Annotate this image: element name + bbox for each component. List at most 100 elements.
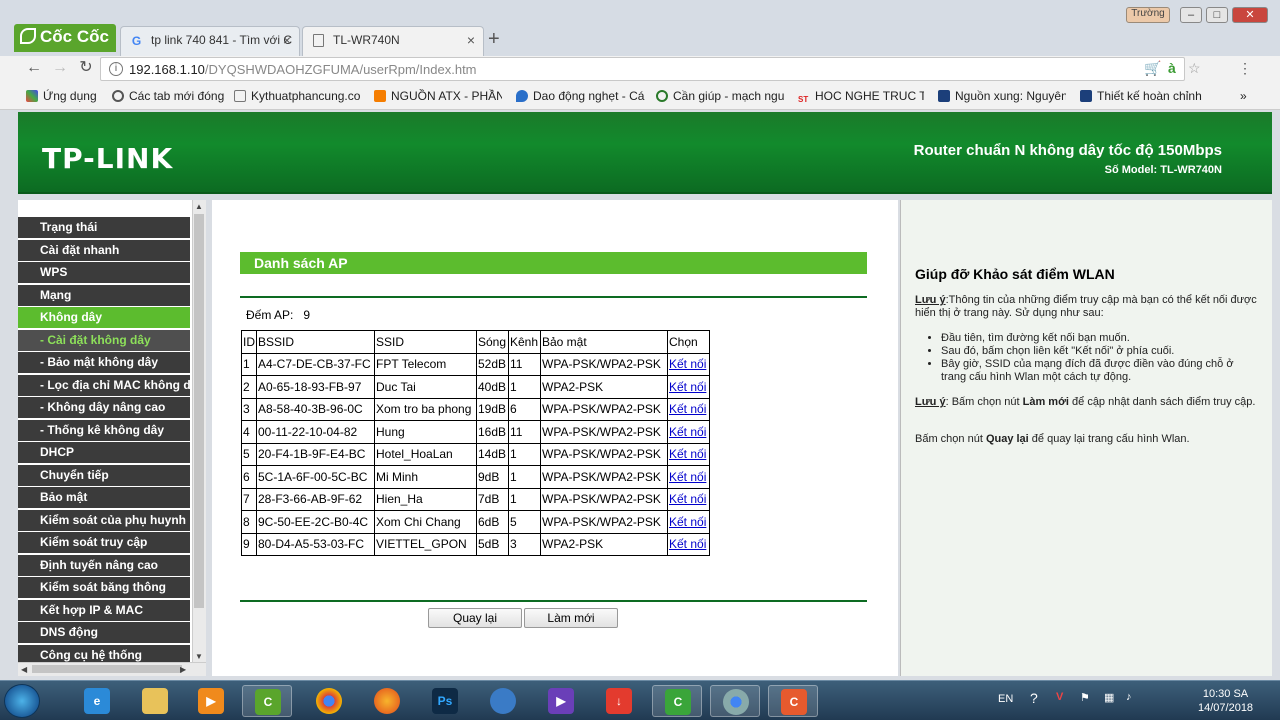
taskbar-coccoc[interactable]: C xyxy=(242,685,292,717)
cart-icon[interactable]: 🛒 xyxy=(1144,60,1161,77)
connect-link[interactable]: Kết nối xyxy=(669,537,706,551)
language-indicator[interactable]: EN xyxy=(998,693,1013,705)
menu-item[interactable]: Mạng xyxy=(18,284,190,306)
connect-link[interactable]: Kết nối xyxy=(669,470,706,484)
cell-id: 9 xyxy=(241,532,257,556)
taskbar-chrome-2[interactable] xyxy=(710,685,760,717)
scroll-up-arrow-icon[interactable]: ▲ xyxy=(195,202,203,211)
menu-item[interactable]: Chuyển tiếp xyxy=(18,464,190,486)
translate-icon[interactable]: à xyxy=(1168,60,1176,76)
taskbar-ie[interactable]: e xyxy=(72,685,122,717)
column-header: Bảo mật xyxy=(540,330,668,354)
more-bookmarks-button[interactable]: » xyxy=(1240,89,1247,103)
taskbar-firefox[interactable] xyxy=(362,685,412,717)
menu-icon[interactable]: ⋮ xyxy=(1238,60,1252,77)
menu-item[interactable]: Kiểm soát băng thông xyxy=(18,577,190,598)
connect-link[interactable]: Kết nối xyxy=(669,515,706,529)
menu-item[interactable]: Kết hợp IP & MAC xyxy=(18,599,190,621)
bookmark-nguon-atx[interactable]: NGUỒN ATX - PHẦN xyxy=(374,89,502,103)
cell-id: 8 xyxy=(241,510,257,534)
maximize-button[interactable]: □ xyxy=(1206,7,1228,23)
taskbar-camtasia-red[interactable]: C xyxy=(768,685,818,717)
menu-item[interactable]: - Bảo mật không dây xyxy=(18,352,190,373)
menu-item[interactable]: Kiểm soát truy cập xyxy=(18,532,190,553)
menu-item[interactable]: Kiểm soát của phụ huynh xyxy=(18,509,190,531)
menu-item[interactable]: - Cài đặt không dây xyxy=(18,329,190,351)
minimize-button[interactable]: – xyxy=(1180,7,1202,23)
menu-item[interactable]: - Thống kê không dây xyxy=(18,419,190,441)
help-icon[interactable]: ? xyxy=(1030,690,1038,706)
cell-security: WPA2-PSK xyxy=(540,532,668,556)
connect-link[interactable]: Kết nối xyxy=(669,357,706,371)
taskbar-player[interactable]: ▶ xyxy=(536,685,586,717)
connect-link[interactable]: Kết nối xyxy=(669,380,706,394)
blogger-icon xyxy=(374,90,386,102)
address-bar[interactable]: i 192.168.1.10/DYQSHWDAOHZGFUMA/userRpm/… xyxy=(100,57,1185,81)
tab-google-search[interactable]: G tp link 740 841 - Tìm với C × xyxy=(120,26,300,56)
scroll-right-arrow-icon[interactable]: ▶ xyxy=(180,665,186,674)
bookmark-can-giup[interactable]: Cần giúp - mạch ngu xyxy=(656,89,786,103)
bookmark-hoc-nghe[interactable]: ST HOC NGHE TRUC TU xyxy=(798,89,924,107)
menu-item[interactable]: Định tuyến nâng cao xyxy=(18,554,190,576)
clock[interactable]: 10:30 SA 14/07/2018 xyxy=(1198,687,1253,715)
coccoc-logo[interactable]: Cốc Cốc xyxy=(14,24,116,52)
taskbar-downloader[interactable]: ↓ xyxy=(594,685,644,717)
menu-item[interactable]: Không dây xyxy=(18,307,190,328)
cell-security: WPA-PSK/WPA2-PSK xyxy=(540,352,668,376)
sidebar-scroll-thumb[interactable] xyxy=(194,214,204,608)
volume-icon[interactable]: ♪ xyxy=(1126,691,1132,703)
bookmark-nguon-xung[interactable]: Nguồn xung: Nguyên xyxy=(938,89,1066,103)
sidebar-hscroll-thumb[interactable] xyxy=(32,665,182,673)
bookmark-apps[interactable]: Ứng dụng xyxy=(26,89,106,103)
cell-ssid: Hung xyxy=(374,420,477,444)
menu-item[interactable]: WPS xyxy=(18,262,190,283)
connect-link[interactable]: Kết nối xyxy=(669,402,706,416)
help-note-text: :Thông tin của những điểm truy cập mà bạ… xyxy=(915,294,1257,319)
menu-item[interactable]: Bảo mật xyxy=(18,487,190,508)
bookmark-thiet-ke[interactable]: Thiết kế hoàn chỉnh xyxy=(1080,89,1208,103)
download-icon: ↓ xyxy=(606,688,632,714)
forward-arrow-icon[interactable]: → xyxy=(50,58,70,78)
menu-item[interactable]: - Lọc địa chỉ MAC không dây xyxy=(18,374,190,396)
refresh-button[interactable]: Làm mới xyxy=(524,608,618,628)
network-icon[interactable]: ▦ xyxy=(1104,691,1114,704)
scroll-left-arrow-icon[interactable]: ◀ xyxy=(21,665,27,674)
menu-item[interactable]: Trạng thái xyxy=(18,217,190,238)
close-tab-icon[interactable]: × xyxy=(283,32,291,48)
bookmark-label: Các tab mới đóng xyxy=(129,89,225,103)
new-tab-button[interactable]: + xyxy=(488,28,500,51)
taskbar-explorer[interactable] xyxy=(130,685,180,717)
reload-icon[interactable]: ↻ xyxy=(76,58,96,78)
play-icon: ▶ xyxy=(548,688,574,714)
router-menu: Trạng thái Cài đặt nhanh WPS Mạng Không dây -… xyxy=(18,200,206,676)
connect-link[interactable]: Kết nối xyxy=(669,492,706,506)
bookmark-recent-tabs[interactable]: Các tab mới đóng xyxy=(112,89,228,103)
tab-tl-wr740n[interactable]: TL-WR740N × xyxy=(302,26,484,56)
back-arrow-icon[interactable]: ← xyxy=(24,58,44,78)
connect-link[interactable]: Kết nối xyxy=(669,447,706,461)
bookmark-dao-dong[interactable]: Dao động nghẹt - Cá xyxy=(516,89,646,103)
menu-item[interactable]: DHCP xyxy=(18,442,190,463)
bookmark-kythuatphancung[interactable]: Kythuatphancung.co xyxy=(234,89,364,103)
flag-icon[interactable]: ⚑ xyxy=(1080,691,1090,704)
taskbar-media-player[interactable]: ▶ xyxy=(186,685,236,717)
antivirus-icon[interactable]: V xyxy=(1056,691,1063,703)
close-window-button[interactable]: ✕ xyxy=(1232,7,1268,23)
taskbar-chrome[interactable] xyxy=(304,685,354,717)
close-tab-icon[interactable]: × xyxy=(467,32,475,48)
menu-item[interactable]: DNS động xyxy=(18,622,190,643)
taskbar-camtasia-green[interactable]: C xyxy=(652,685,702,717)
start-button[interactable] xyxy=(4,684,40,718)
scroll-down-arrow-icon[interactable]: ▼ xyxy=(195,652,203,661)
back-button[interactable]: Quay lại xyxy=(428,608,522,628)
menu-item[interactable]: - Không dây nâng cao xyxy=(18,397,190,418)
drop-icon xyxy=(516,90,528,102)
menu-item[interactable]: Cài đặt nhanh xyxy=(18,239,190,261)
table-row: 4 00-11-22-10-04-82 Hung 16dB 11 WPA-PSK/WPA2… xyxy=(241,420,710,444)
bookmark-star-icon[interactable]: ☆ xyxy=(1188,60,1201,77)
help-text: để quay lại trang cấu hình Wlan. xyxy=(1028,433,1190,445)
taskbar-app[interactable] xyxy=(478,685,528,717)
profile-button[interactable]: Trường xyxy=(1126,7,1170,23)
taskbar-photoshop[interactable]: Ps xyxy=(420,685,470,717)
connect-link[interactable]: Kết nối xyxy=(669,425,706,439)
